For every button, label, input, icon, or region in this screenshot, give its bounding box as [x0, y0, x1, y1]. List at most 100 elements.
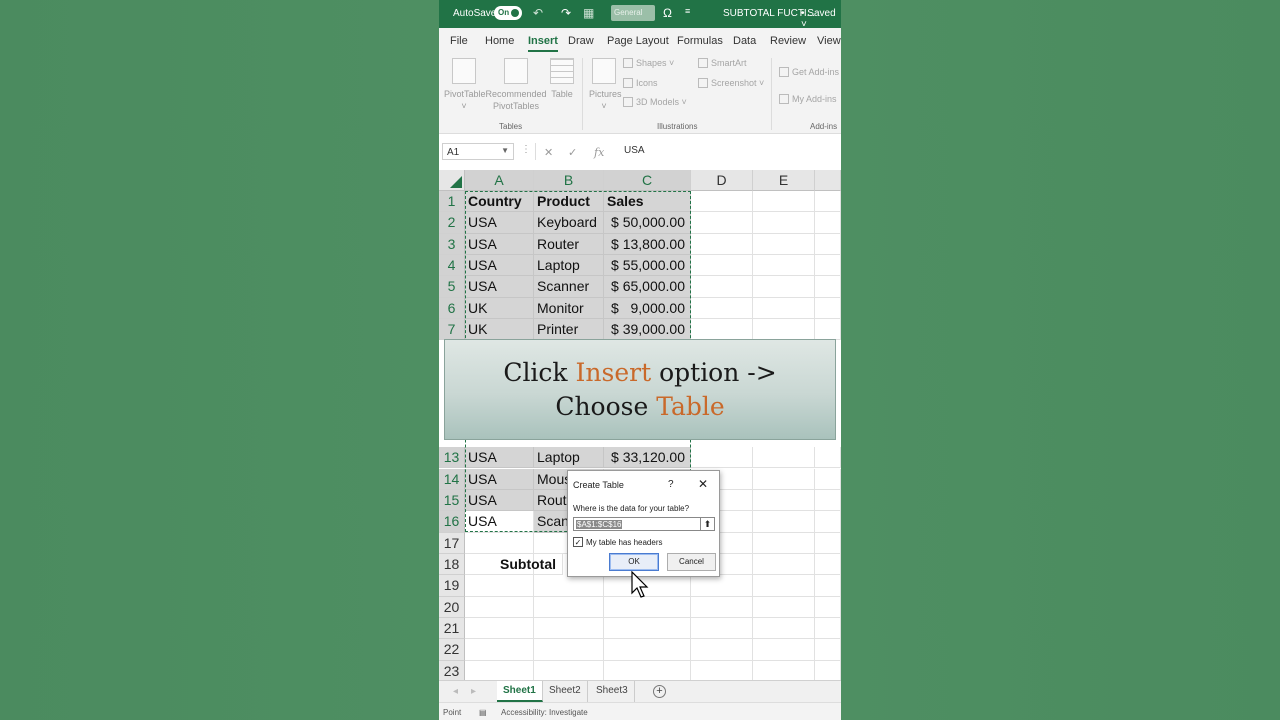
cell[interactable]: $55,000.00	[604, 255, 691, 277]
formula-input[interactable]: USA	[624, 145, 645, 156]
cell[interactable]: Router	[534, 233, 604, 255]
cell[interactable]: Sales	[604, 191, 691, 213]
row-header[interactable]: 18	[439, 553, 465, 576]
cell[interactable]	[815, 511, 841, 533]
tab-insert[interactable]: Insert	[528, 35, 558, 52]
row-header[interactable]: 16	[439, 511, 465, 533]
cell[interactable]	[691, 596, 753, 618]
row-header[interactable]: 15	[439, 489, 465, 512]
cell[interactable]	[815, 532, 841, 554]
cancel-icon[interactable]: ✕	[544, 146, 553, 159]
smartart-button[interactable]: SmartArt	[698, 58, 747, 68]
cell[interactable]	[753, 297, 815, 320]
grid-icon[interactable]: ▦	[583, 6, 594, 20]
3d-models-button[interactable]: 3D Models ˅	[623, 97, 687, 107]
column-header[interactable]: A	[465, 170, 534, 191]
sheet-tab[interactable]: Sheet1	[497, 681, 543, 702]
name-box[interactable]: A1 ▼	[442, 143, 514, 160]
cell[interactable]	[753, 319, 815, 341]
cell[interactable]	[604, 618, 691, 640]
cell[interactable]	[753, 618, 815, 640]
row-header[interactable]: 20	[439, 596, 465, 618]
row-header[interactable]: 23	[439, 660, 465, 682]
cell[interactable]	[815, 447, 841, 469]
cell[interactable]: $9,000.00	[604, 297, 691, 320]
tab-data[interactable]: Data	[733, 35, 756, 47]
column-header[interactable]	[815, 170, 841, 191]
tab-draw[interactable]: Draw	[568, 35, 594, 47]
cell[interactable]	[753, 276, 815, 298]
cell[interactable]	[815, 553, 841, 576]
scroll-left-icon[interactable]: ◂	[453, 686, 458, 697]
row-header[interactable]: 7	[439, 319, 465, 341]
cell[interactable]: $50,000.00	[604, 212, 691, 234]
column-header[interactable]: C	[604, 170, 691, 191]
cell[interactable]	[815, 660, 841, 682]
cell[interactable]	[604, 596, 691, 618]
cell[interactable]	[815, 191, 841, 213]
cell[interactable]: Country	[465, 191, 534, 213]
cell[interactable]: UK	[465, 297, 534, 320]
cell[interactable]: Monitor	[534, 297, 604, 320]
cell[interactable]	[604, 639, 691, 661]
icons-button[interactable]: Icons	[623, 78, 658, 88]
tab-review[interactable]: Review	[770, 35, 806, 47]
pivottable-button[interactable]: PivotTable ˅	[444, 58, 486, 112]
cell[interactable]	[534, 596, 604, 618]
cell[interactable]: UK	[465, 319, 534, 341]
cell[interactable]	[753, 553, 815, 576]
cell[interactable]	[753, 212, 815, 234]
cell[interactable]: USA	[465, 255, 534, 277]
cell[interactable]	[753, 191, 815, 213]
row-header[interactable]: 14	[439, 468, 465, 490]
number-format-box[interactable]: General	[611, 5, 655, 21]
cell[interactable]: USA	[465, 212, 534, 234]
row-header[interactable]: 4	[439, 255, 465, 277]
cell[interactable]	[815, 212, 841, 234]
accessibility-status[interactable]: Accessibility: Investigate	[501, 708, 588, 717]
tab-formulas[interactable]: Formulas	[677, 35, 723, 47]
cell[interactable]	[465, 639, 534, 661]
recommended-pivottables-button[interactable]: Recommended PivotTables	[485, 58, 547, 112]
cell[interactable]: $33,120.00	[604, 447, 691, 469]
ok-button[interactable]: OK	[609, 553, 659, 571]
screenshot-button[interactable]: Screenshot ˅	[698, 78, 764, 88]
my-addins-button[interactable]: My Add-ins	[779, 94, 837, 104]
cell[interactable]: USA	[465, 468, 534, 490]
cell[interactable]	[815, 255, 841, 277]
cell[interactable]	[465, 660, 534, 682]
cell[interactable]: Laptop	[534, 255, 604, 277]
cell[interactable]	[815, 233, 841, 255]
more-icon[interactable]: ⋮	[521, 144, 531, 155]
cell[interactable]: USA	[465, 511, 534, 533]
enter-icon[interactable]: ✓	[568, 146, 577, 159]
cell[interactable]	[691, 212, 753, 234]
cell[interactable]: USA	[465, 489, 534, 512]
row-header[interactable]: 13	[439, 447, 465, 469]
cell[interactable]: Printer	[534, 319, 604, 341]
column-header[interactable]: D	[691, 170, 753, 191]
cell[interactable]	[753, 596, 815, 618]
cell[interactable]	[691, 297, 753, 320]
shapes-button[interactable]: Shapes ˅	[623, 58, 674, 68]
cell[interactable]	[753, 511, 815, 533]
headers-checkbox-label[interactable]: My table has headers	[586, 538, 663, 547]
cell[interactable]	[815, 489, 841, 512]
select-all-corner[interactable]	[439, 170, 465, 191]
row-header[interactable]: 3	[439, 233, 465, 255]
row-header[interactable]: 21	[439, 618, 465, 640]
scroll-right-icon[interactable]: ▸	[471, 686, 476, 697]
cell[interactable]: $13,800.00	[604, 233, 691, 255]
cell[interactable]	[691, 319, 753, 341]
cell[interactable]	[753, 468, 815, 490]
cell[interactable]	[815, 468, 841, 490]
cell[interactable]: USA	[465, 276, 534, 298]
row-header[interactable]: 17	[439, 532, 465, 554]
cell[interactable]	[604, 660, 691, 682]
cell[interactable]	[691, 575, 753, 597]
cell[interactable]	[534, 575, 604, 597]
omega-icon[interactable]: Ω	[663, 6, 672, 20]
cell[interactable]	[815, 575, 841, 597]
range-input[interactable]: $A$1:$C$16 ⬆	[573, 517, 715, 531]
cell[interactable]	[691, 191, 753, 213]
